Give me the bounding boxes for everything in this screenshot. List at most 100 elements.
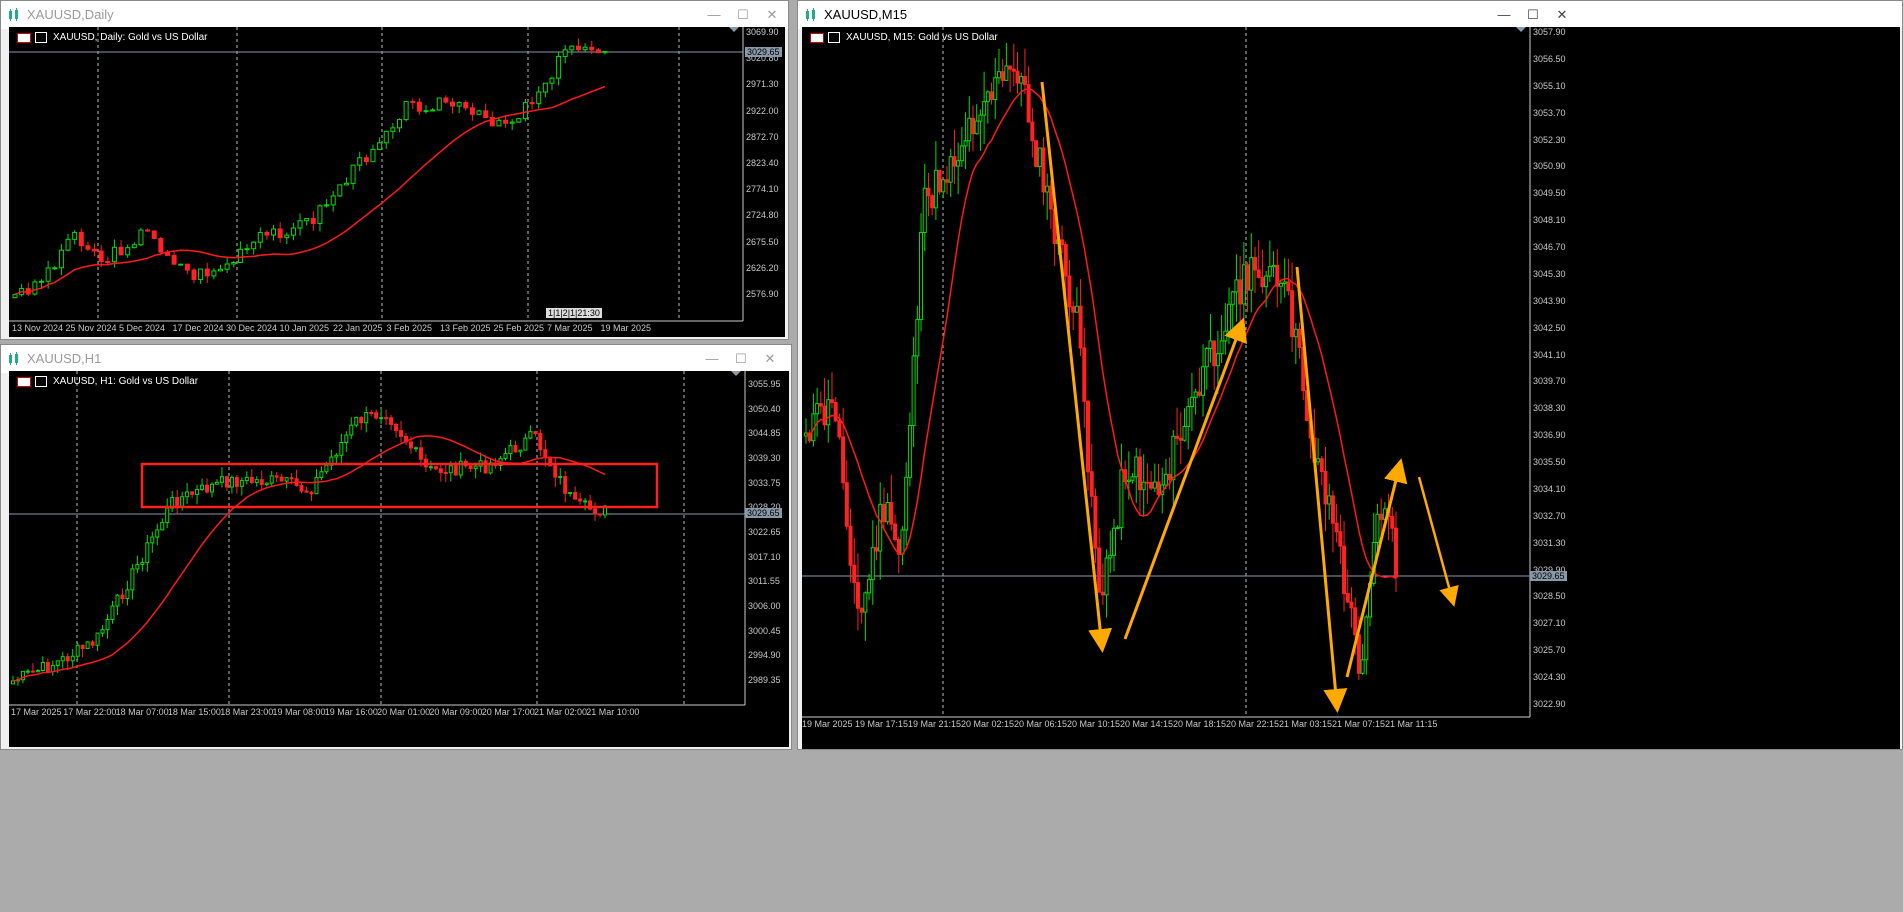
candle-body	[970, 117, 975, 135]
h1-chart-area[interactable]: XAUUSD, H1: Gold vs US Dollar 3055.95 305…	[9, 371, 789, 747]
candle-body	[370, 148, 376, 163]
candle-body	[841, 436, 846, 484]
time-axis-label: 19 Mar 21:15	[908, 719, 962, 729]
price-axis-label: 3042.50	[1533, 322, 1566, 333]
candle-body	[536, 91, 542, 105]
candle-body	[200, 484, 205, 491]
close-button[interactable]: ✕	[759, 349, 781, 369]
candle-body	[933, 169, 938, 209]
price-axis-label: 3046.70	[1533, 242, 1566, 253]
candle-body	[1041, 147, 1046, 193]
candle-body	[1379, 513, 1384, 520]
price-axis-label: 2724.80	[746, 210, 779, 221]
candle-body	[337, 184, 343, 197]
price-axis-label: 3027.10	[1533, 618, 1566, 629]
candle-body	[450, 101, 456, 107]
candle-body	[483, 460, 488, 474]
candle-body	[130, 568, 135, 591]
candle-body	[1130, 476, 1135, 481]
candle-body	[1204, 347, 1209, 368]
candle-body	[90, 641, 95, 646]
candle-body	[870, 547, 875, 581]
candle-body	[110, 605, 115, 621]
candle-body	[563, 476, 568, 494]
candle-body	[304, 490, 309, 493]
minimize-button[interactable]: —	[703, 5, 725, 25]
candle-body	[848, 525, 853, 566]
candle-body	[1338, 531, 1343, 547]
h1-titlebar[interactable]: XAUUSD,H1 — ☐ ✕	[1, 345, 791, 373]
h1-chart-window[interactable]: XAUUSD,H1 — ☐ ✕ XAUUSD, H1: Gold vs US D…	[0, 344, 792, 750]
daily-titlebar[interactable]: XAUUSD,Daily — ☐ ✕	[1, 1, 788, 29]
candle-body	[269, 475, 274, 484]
time-axis-label: 21 Mar 03:15	[1279, 719, 1333, 729]
candle-body	[423, 110, 429, 113]
daily-chart-window[interactable]: XAUUSD,Daily — ☐ ✕ XAUUSD, Daily: Gold v…	[0, 0, 789, 340]
m15-titlebar[interactable]: XAUUSD,M15 — ☐ ✕	[798, 1, 1902, 29]
candle-body	[234, 476, 239, 487]
candle-body	[309, 491, 314, 495]
candle-body	[383, 130, 389, 144]
candle-body	[815, 403, 820, 415]
minimize-button[interactable]: —	[701, 349, 723, 369]
current-price-tag: 3029.65	[1530, 571, 1567, 581]
candle-body	[1230, 291, 1235, 305]
candle-body	[1086, 400, 1091, 473]
maximize-button[interactable]: ☐	[732, 5, 754, 25]
close-button[interactable]: ✕	[1551, 5, 1573, 25]
candle-body	[595, 49, 601, 54]
candle-body	[45, 661, 50, 673]
candle-body	[155, 529, 160, 538]
minimize-button[interactable]: —	[1493, 5, 1515, 25]
shift-marker	[729, 27, 739, 32]
candle-body	[135, 563, 140, 570]
price-axis-label: 2971.30	[746, 79, 779, 90]
candle-body	[1078, 305, 1083, 349]
time-axis-label: 19 Mar 08:00	[272, 707, 326, 717]
time-axis-label: 21 Mar 11:15	[1385, 719, 1438, 729]
m15-chart-window[interactable]: XAUUSD,M15 — ☐ ✕ XAUUSD, M15: Gold vs US…	[797, 0, 1903, 750]
candle-body	[363, 157, 369, 163]
candle-body	[907, 425, 912, 478]
candle-body	[58, 249, 64, 269]
candle-body	[1245, 264, 1250, 291]
candle-body	[1293, 328, 1298, 338]
candle-body	[65, 238, 71, 251]
candle-body	[290, 227, 296, 236]
candle-body	[45, 267, 51, 282]
price-axis-label: 3050.40	[748, 403, 781, 414]
candle-body	[900, 529, 905, 555]
daily-chart-area[interactable]: XAUUSD, Daily: Gold vs US Dollar 3069.90…	[9, 27, 785, 337]
candle-body	[394, 423, 399, 432]
m15-chart-area[interactable]: XAUUSD, M15: Gold vs US Dollar 3057.90 30…	[802, 27, 1900, 749]
candle-body	[85, 641, 90, 649]
time-axis-label: 18 Mar 23:00	[220, 707, 274, 717]
candle-body	[919, 232, 924, 321]
candle-body	[214, 481, 219, 485]
price-axis-label: 2872.70	[746, 131, 779, 142]
candle-body	[105, 261, 111, 264]
candle-body	[438, 468, 443, 473]
candle-body	[476, 110, 482, 115]
time-axis-label: 18 Mar 15:00	[167, 707, 221, 717]
candle-body	[538, 433, 543, 451]
candle-body	[1323, 471, 1328, 505]
chart-symbol-label: XAUUSD, Daily: Gold vs US Dollar	[17, 32, 207, 43]
candle-body	[1167, 473, 1172, 481]
candle-body	[78, 231, 84, 247]
candle-body	[1201, 366, 1206, 396]
trend-arrow	[1345, 458, 1408, 678]
candle-body	[859, 607, 864, 613]
candle-body	[1189, 396, 1194, 408]
candle-body	[1067, 275, 1072, 308]
flag-icon	[810, 32, 824, 43]
maximize-button[interactable]: ☐	[1522, 5, 1544, 25]
candle-body	[118, 246, 124, 256]
price-axis-label: 3028.50	[1533, 591, 1566, 602]
candle-body	[390, 127, 396, 132]
candle-body	[568, 492, 573, 495]
maximize-button[interactable]: ☐	[730, 349, 752, 369]
close-button[interactable]: ✕	[761, 5, 783, 25]
m15-chart-svg	[802, 27, 1531, 718]
candle-body	[443, 97, 449, 103]
